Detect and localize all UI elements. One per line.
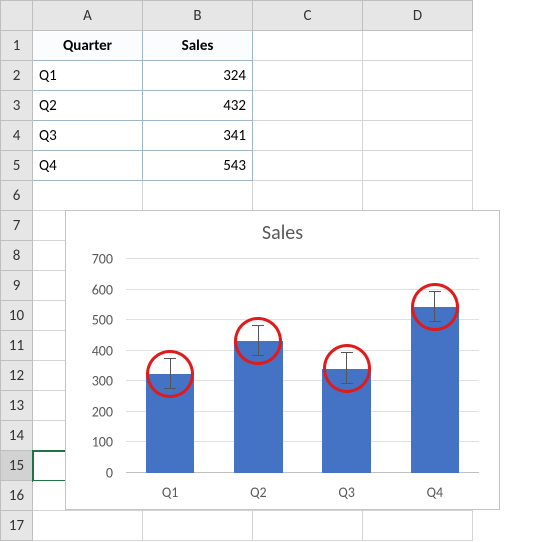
error-bar-cap [341, 383, 353, 384]
cell-C4[interactable] [253, 121, 363, 151]
cell-C17[interactable] [253, 511, 363, 541]
col-header-A[interactable]: A [33, 1, 143, 31]
cell-B6[interactable] [143, 181, 253, 211]
chart-bar[interactable] [411, 307, 460, 473]
row-header-17[interactable]: 17 [1, 511, 33, 541]
cell-C2[interactable] [253, 61, 363, 91]
error-bar[interactable] [434, 292, 435, 323]
cell-D3[interactable] [363, 91, 473, 121]
cell-B5[interactable]: 543 [143, 151, 253, 181]
chart-bar[interactable] [322, 369, 371, 473]
x-tick-label: Q3 [338, 484, 355, 501]
cell-B1[interactable]: Sales [143, 31, 253, 61]
error-bar-cap [164, 388, 176, 389]
row-header-2[interactable]: 2 [1, 61, 33, 91]
y-tick-label: 300 [92, 373, 113, 390]
row-header-1[interactable]: 1 [1, 31, 33, 61]
x-tick-label: Q4 [427, 484, 444, 501]
error-bar-cap [429, 321, 441, 322]
row-header-12[interactable]: 12 [1, 361, 33, 391]
error-bar-cap [252, 325, 264, 326]
row-header-5[interactable]: 5 [1, 151, 33, 181]
row-header-16[interactable]: 16 [1, 481, 33, 511]
row-header-7[interactable]: 7 [1, 211, 33, 241]
cell-B4[interactable]: 341 [143, 121, 253, 151]
row-header-10[interactable]: 10 [1, 301, 33, 331]
cell-A3[interactable]: Q2 [33, 91, 143, 121]
row-header-6[interactable]: 6 [1, 181, 33, 211]
row-header-4[interactable]: 4 [1, 121, 33, 151]
cell-C6[interactable] [253, 181, 363, 211]
cell-D4[interactable] [363, 121, 473, 151]
select-all-corner[interactable] [1, 1, 33, 31]
chart-y-axis[interactable]: 0100200300400500600700 [66, 259, 121, 473]
error-bar-cap [429, 291, 441, 292]
col-header-B[interactable]: B [143, 1, 253, 31]
row-header-8[interactable]: 8 [1, 241, 33, 271]
cell-A17[interactable] [33, 511, 143, 541]
cell-A2[interactable]: Q1 [33, 61, 143, 91]
x-tick-label: Q2 [250, 484, 267, 501]
row-header-9[interactable]: 9 [1, 271, 33, 301]
row-header-13[interactable]: 13 [1, 391, 33, 421]
cell-B3[interactable]: 432 [143, 91, 253, 121]
embedded-chart[interactable]: Sales 0 100 200 300 400 500 600 700 Q1 Q2 Q3 Q4 [65, 210, 500, 510]
x-tick-label: Q1 [162, 484, 179, 501]
cell-A1[interactable]: Quarter [33, 31, 143, 61]
error-bar[interactable] [258, 326, 259, 357]
y-tick-label: 200 [92, 403, 113, 420]
y-tick-label: 400 [92, 342, 113, 359]
y-tick-label: 100 [92, 434, 113, 451]
row-header-11[interactable]: 11 [1, 331, 33, 361]
y-tick-label: 0 [106, 465, 113, 482]
cell-B17[interactable] [143, 511, 253, 541]
chart-title[interactable]: Sales [66, 221, 499, 245]
cell-C3[interactable] [253, 91, 363, 121]
cell-B2[interactable]: 324 [143, 61, 253, 91]
cell-C1[interactable] [253, 31, 363, 61]
error-bar-cap [252, 355, 264, 356]
chart-plot-area[interactable] [126, 259, 479, 473]
cell-D2[interactable] [363, 61, 473, 91]
chart-x-axis[interactable]: Q1 Q2 Q3 Q4 [126, 477, 479, 509]
cell-A6[interactable] [33, 181, 143, 211]
cell-A4[interactable]: Q3 [33, 121, 143, 151]
row-header-15[interactable]: 15 [1, 451, 33, 481]
chart-bar[interactable] [234, 341, 283, 473]
y-tick-label: 700 [92, 251, 113, 268]
cell-D17[interactable] [363, 511, 473, 541]
row-header-3[interactable]: 3 [1, 91, 33, 121]
chart-gridline [126, 258, 479, 259]
y-tick-label: 500 [92, 312, 113, 329]
row-header-14[interactable]: 14 [1, 421, 33, 451]
error-bar-cap [164, 358, 176, 359]
col-header-D[interactable]: D [363, 1, 473, 31]
error-bar[interactable] [170, 359, 171, 390]
error-bar-cap [341, 352, 353, 353]
cell-C5[interactable] [253, 151, 363, 181]
error-bar[interactable] [346, 353, 347, 384]
cell-A5[interactable]: Q4 [33, 151, 143, 181]
col-header-C[interactable]: C [253, 1, 363, 31]
cell-D5[interactable] [363, 151, 473, 181]
cell-D1[interactable] [363, 31, 473, 61]
chart-gridline [126, 289, 479, 290]
y-tick-label: 600 [92, 281, 113, 298]
cell-D6[interactable] [363, 181, 473, 211]
